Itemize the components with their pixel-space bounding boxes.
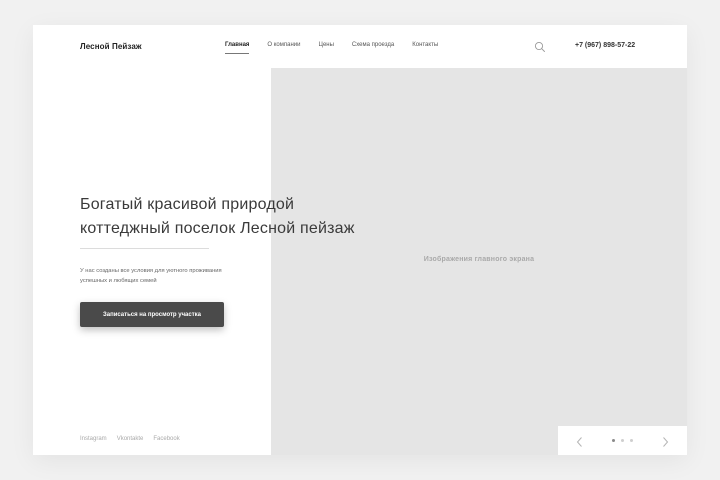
hero-subtitle: У нас созданы все условия для уютного пр… xyxy=(80,266,270,286)
title-divider xyxy=(80,248,209,249)
social-link-instagram[interactable]: Instagram xyxy=(80,436,107,442)
slider-dot-1[interactable] xyxy=(612,439,615,442)
book-viewing-button[interactable]: Записаться на просмотр участка xyxy=(80,302,224,327)
nav-item-directions[interactable]: Схема проезда xyxy=(352,42,394,48)
hero-title-line-2: коттеджный поселок Лесной пейзаж xyxy=(80,220,355,237)
social-link-vkontakte[interactable]: Vkontakte xyxy=(117,436,144,442)
slider-dot-3[interactable] xyxy=(630,439,633,442)
hero-subtitle-line-2: успешных и любящих семей xyxy=(80,278,157,284)
social-link-facebook[interactable]: Facebook xyxy=(153,436,179,442)
main-nav: Главная О компании Цены Схема проезда Ко… xyxy=(225,42,456,54)
logo[interactable]: Лесной Пейзаж xyxy=(80,42,142,51)
hero-title-line-1: Богатый красивой природой xyxy=(80,196,295,213)
hero-title: Богатый красивой природой коттеджный пос… xyxy=(80,193,440,241)
header: Лесной Пейзаж Главная О компании Цены Сх… xyxy=(33,25,687,68)
slider-dot-2[interactable] xyxy=(621,439,624,442)
nav-item-home[interactable]: Главная xyxy=(225,42,250,54)
hero-image-label: Изображения главного экрана xyxy=(423,256,535,263)
nav-item-about[interactable]: О компании xyxy=(267,42,300,48)
hero-subtitle-line-1: У нас созданы все условия для уютного пр… xyxy=(80,268,222,274)
hero-image-placeholder: Изображения главного экрана xyxy=(271,68,687,455)
page-frame: Лесной Пейзаж Главная О компании Цены Сх… xyxy=(33,25,687,455)
nav-item-prices[interactable]: Цены xyxy=(319,42,334,48)
chevron-right-icon[interactable] xyxy=(660,435,670,447)
social-links: Instagram Vkontakte Facebook xyxy=(80,436,190,442)
phone-number[interactable]: +7 (967) 898-57-22 xyxy=(575,42,635,49)
slider-controls xyxy=(558,426,687,455)
nav-item-contacts[interactable]: Контакты xyxy=(412,42,438,48)
search-icon[interactable] xyxy=(534,40,546,52)
